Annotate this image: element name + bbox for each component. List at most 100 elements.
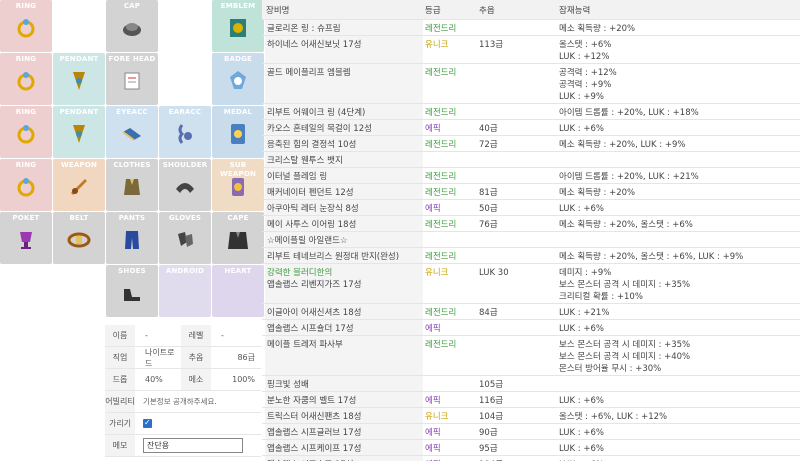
- table-row[interactable]: 크리스탈 웬투스 뱃지: [262, 152, 800, 168]
- slot-label: ANDROID: [165, 267, 205, 275]
- table-row[interactable]: 하이네스 어새신보닛 17성 유니크 113급 올스탯 : +6% LUK : +12%: [262, 36, 800, 64]
- item-grade: 레전드리: [425, 340, 457, 350]
- table-row[interactable]: 이글아이 어새신셔츠 18성 레전드리 84급 LUK : +21%: [262, 304, 800, 320]
- slot-shoes[interactable]: SHOES: [106, 265, 158, 317]
- slot-ring1[interactable]: RING: [0, 0, 52, 52]
- item-name-text: 앱솔랩스 시프숄더 17성: [267, 324, 354, 334]
- item-potential: 데미지 : +9% 보스 몬스터 공격 시 데미지 : +35% 크리티컬 확률 :…: [559, 267, 690, 303]
- potential-line: LUK : +21%: [559, 308, 610, 318]
- item-name-text: 앱솔랩스 시프글러브 17성: [267, 428, 362, 438]
- level-value: -: [221, 331, 224, 340]
- slot-android[interactable]: ANDROID: [159, 265, 211, 317]
- table-row[interactable]: 앱솔랩스 시프케이프 17성 에픽 95급 LUK : +6%: [262, 440, 800, 456]
- slot-label: PENDANT: [59, 55, 99, 63]
- character-info-panel: 이름 - 레벨 - 직업 나이트로드 추옵 86급 드롭 40% 메소 100%…: [105, 325, 261, 457]
- table-header: 장비명 등급 추옵 잠재능력: [262, 0, 800, 20]
- potential-line: LUK : +6%: [559, 444, 604, 454]
- table-row[interactable]: 트릭스터 어새신팬츠 18성 유니크 104급 올스탯 : +6%, LUK : +1…: [262, 408, 800, 424]
- slot-earacc[interactable]: EARACC: [159, 106, 211, 158]
- item-name: 이터널 플레임 링: [265, 168, 423, 183]
- header-grade: 등급: [425, 6, 441, 16]
- slot-label: EMBLEM: [220, 2, 256, 10]
- slot-label: CLOTHES: [113, 161, 151, 169]
- slot-pendant2[interactable]: PENDANT: [53, 106, 105, 158]
- meso-value: 100%: [232, 375, 255, 384]
- table-row[interactable]: 아쿠아틱 레터 눈장식 8성 에픽 50급 LUK : +6%: [262, 200, 800, 216]
- potential-line: LUK : +6%: [559, 204, 604, 214]
- slot-label: EARACC: [168, 108, 202, 116]
- table-row[interactable]: ☆메이플릴 아일랜드☆: [262, 232, 800, 248]
- slot-label: FORE HEAD: [108, 55, 156, 63]
- potential-line: 데미지 : +9%: [559, 268, 612, 278]
- table-row[interactable]: 응축된 힘의 결정석 10성 레전드리 72급 메소 획득량 : +20%, LUK …: [262, 136, 800, 152]
- slot-emblem[interactable]: EMBLEM: [212, 0, 264, 52]
- table-row[interactable]: 핑크빛 성배 105급: [262, 376, 800, 392]
- table-row[interactable]: 앱솔랩스 시프슈즈 17성에픽104급LUK : +6%: [262, 456, 800, 461]
- slot-cap[interactable]: CAP: [106, 0, 158, 52]
- table-row[interactable]: 분노한 자쿰의 벨트 17성 에픽 116급 LUK : +6%: [262, 392, 800, 408]
- slot-badge[interactable]: BADGE: [212, 53, 264, 105]
- slot-subweapon[interactable]: SUB WEAPON: [212, 159, 264, 211]
- slot-clothes[interactable]: CLOTHES: [106, 159, 158, 211]
- table-row[interactable]: 골드 메이플리프 엠블렘 레전드리 공격력 : +12% 공격력 : +9% LUK :…: [262, 64, 800, 104]
- table-row[interactable]: 메이 사투스 이어링 18성 레전드리 76급 메소 획득량 : +20%, 올스탯 …: [262, 216, 800, 232]
- item-name: 응축된 힘의 결정석 10성: [265, 136, 423, 151]
- slot-label: SHOULDER: [162, 161, 208, 169]
- item-star: 95급: [479, 444, 498, 454]
- item-name-text: 리부트 어웨이크 링 (4단계): [267, 108, 366, 118]
- item-potential: LUK : +6%: [559, 427, 604, 439]
- job-value: 나이트로드: [145, 347, 175, 368]
- potential-line: 보스 몬스터 공격 시 데미지 : +35%: [559, 280, 691, 290]
- memo-input[interactable]: [143, 438, 243, 453]
- slot-cape[interactable]: CAPE: [212, 212, 264, 264]
- slot-pants[interactable]: PANTS: [106, 212, 158, 264]
- item-star: 50급: [479, 204, 498, 214]
- table-row[interactable]: 글로리온 링 : 슈프림 레전드리 메소 획득량 : +20%: [262, 20, 800, 36]
- item-potential: 메소 획득량 : +20%, 올스탯 : +6%: [559, 219, 693, 231]
- item-name-text-2: 앱솔랩스 리벤지가즈 17성: [267, 280, 362, 290]
- slot-belt[interactable]: BELT: [53, 212, 105, 264]
- item-potential: LUK : +6%: [559, 323, 604, 335]
- star-value: 86급: [237, 353, 255, 362]
- item-star: 90급: [479, 428, 498, 438]
- item-name: 하이네스 어새신보닛 17성: [265, 36, 423, 63]
- slot-ring4[interactable]: RING: [0, 159, 52, 211]
- table-row[interactable]: 이터널 플레임 링 레전드리 아이템 드롭률 : +20%, LUK : +21%: [262, 168, 800, 184]
- slot-forehead[interactable]: FORE HEAD: [106, 53, 158, 105]
- item-grade: 레전드리: [425, 140, 457, 150]
- potential-line: 몬스터 방어율 무시 : +30%: [559, 364, 662, 374]
- table-row[interactable]: 앱솔랩스 시프숄더 17성 에픽 LUK : +6%: [262, 320, 800, 336]
- item-name: 카오스 혼테일의 목걸이 12성: [265, 120, 423, 135]
- slot-poket[interactable]: POKET: [0, 212, 52, 264]
- item-name-text: 골드 메이플리프 엠블렘: [267, 68, 351, 78]
- slot-medal[interactable]: MEDAL: [212, 106, 264, 158]
- ability-value: 기본정보 공개하주세요.: [143, 397, 217, 406]
- info-row-name: 이름 - 레벨 -: [105, 325, 261, 347]
- slot-weapon[interactable]: WEAPON: [53, 159, 105, 211]
- name-value: -: [145, 331, 148, 340]
- table-row[interactable]: 강력한 블러디한의 앱솔랩스 리벤지가즈 17성 유니크 LUK 30 데미지 : +9…: [262, 264, 800, 304]
- table-row[interactable]: 메이플 트레저 파사부 레전드리 보스 몬스터 공격 시 데미지 : +35% 보스 …: [262, 336, 800, 376]
- slot-heart[interactable]: HEART: [212, 265, 264, 317]
- level-label: 레벨: [181, 325, 211, 346]
- table-row[interactable]: 리부트 테네브리스 원정대 반지(완성) 레전드리 메소 획득량 : +20%, 올…: [262, 248, 800, 264]
- slot-ring2[interactable]: RING: [0, 53, 52, 105]
- slot-label: EYEACC: [116, 108, 148, 116]
- slot-shoulder[interactable]: SHOULDER: [159, 159, 211, 211]
- slot-gloves[interactable]: GLOVES: [159, 212, 211, 264]
- slot-ring3[interactable]: RING: [0, 106, 52, 158]
- table-row[interactable]: 카오스 혼테일의 목걸이 12성 에픽 40급 LUK : +6%: [262, 120, 800, 136]
- slot-label: WEAPON: [60, 161, 98, 169]
- slot-label: RING: [15, 161, 37, 169]
- table-row[interactable]: 매커네이터 펜던트 12성 레전드리 81급 메소 획득량 : +20%: [262, 184, 800, 200]
- table-row[interactable]: 리부트 어웨이크 링 (4단계) 레전드리 아이템 드롭률 : +20%, LUK …: [262, 104, 800, 120]
- item-name: 핑크빛 성배: [265, 376, 423, 391]
- slot-pendant1[interactable]: PENDANT: [53, 53, 105, 105]
- slot-label: BELT: [69, 214, 89, 222]
- item-star: 76급: [479, 220, 498, 230]
- item-name-text: 리부트 테네브리스 원정대 반지(완성): [267, 252, 400, 262]
- potential-line: 보스 몬스터 공격 시 데미지 : +40%: [559, 352, 691, 362]
- slot-eyeacc[interactable]: EYEACC: [106, 106, 158, 158]
- hide-checkbox[interactable]: [143, 418, 152, 428]
- table-row[interactable]: 앱솔랩스 시프글러브 17성 에픽 90급 LUK : +6%: [262, 424, 800, 440]
